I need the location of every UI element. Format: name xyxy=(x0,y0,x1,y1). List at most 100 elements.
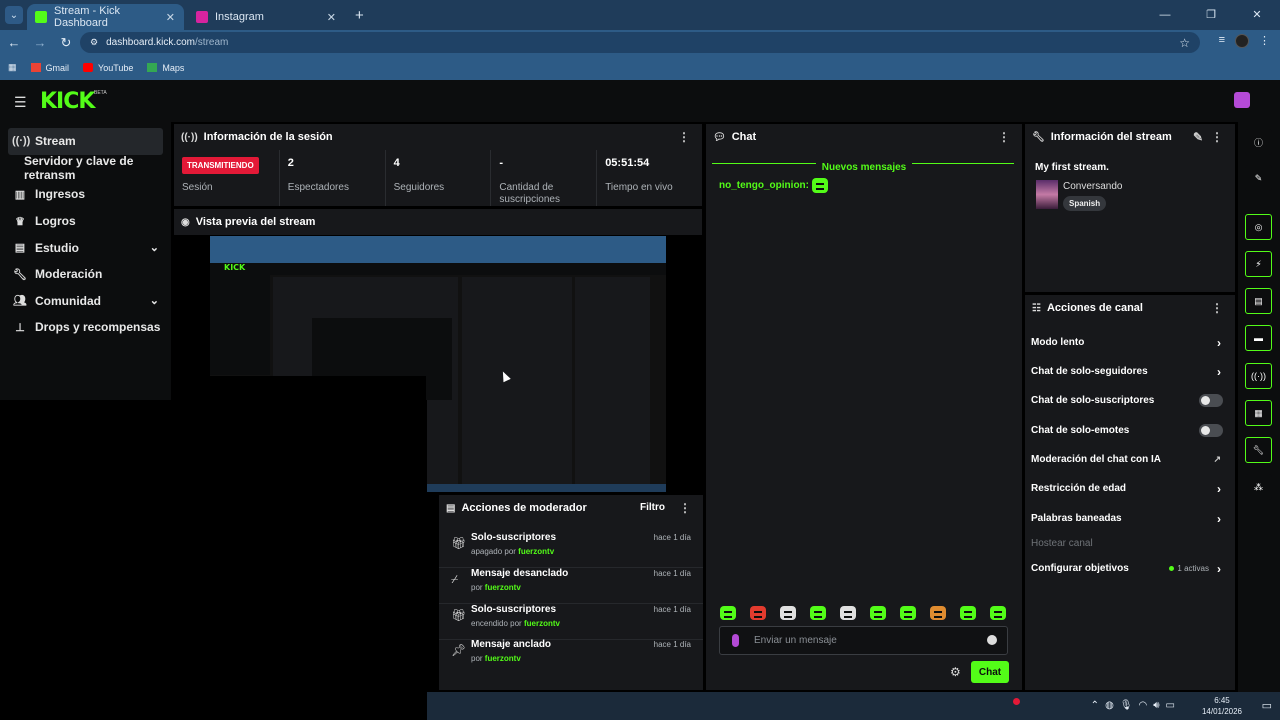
restore-icon[interactable]: ❐ xyxy=(1188,0,1234,30)
emote-icon[interactable] xyxy=(720,606,736,620)
system-clock[interactable]: 6:45 14/01/2026 xyxy=(1202,695,1242,717)
mod-action-row: 🎁︎ Solo-suscriptores encendido por fuerz… xyxy=(439,604,703,640)
more-options-icon[interactable]: ⋮ xyxy=(678,130,690,144)
filter-button[interactable]: Filtro xyxy=(640,502,665,513)
moderator-username[interactable]: fuerzontv xyxy=(518,547,554,556)
action-banned-words[interactable]: Palabras baneadas › xyxy=(1031,511,1229,526)
sidebar-item-estudio[interactable]: ▤ Estudio ⌄ xyxy=(0,234,171,261)
browser-menu-icon[interactable]: ⋮ xyxy=(1259,34,1270,48)
wrench-icon[interactable]: 🔧︎ xyxy=(1245,437,1272,463)
url-field[interactable]: ⚙ dashboard.kick.com/stream ☆ xyxy=(80,32,1200,53)
sidebar-item-ingresos[interactable]: ▥ Ingresos xyxy=(0,181,171,208)
sidebar-item-comunidad[interactable]: 👥︎ Comunidad ⌄ xyxy=(0,288,171,315)
tray-expand-icon[interactable]: ⌃ xyxy=(1091,700,1099,711)
wifi-icon[interactable]: ◠ xyxy=(1139,700,1148,711)
emote-icon[interactable] xyxy=(930,606,946,620)
moderator-username[interactable]: fuerzontv xyxy=(524,619,560,628)
bookmark-youtube[interactable]: YouTube xyxy=(83,63,133,73)
browser-toolbar-right: ≡ ⋮ xyxy=(1219,34,1270,48)
chat-panel: 💬︎ Chat ⋮ Nuevos mensajes no_tengo_opinion… xyxy=(706,124,1022,690)
send-chat-button[interactable]: Chat xyxy=(971,661,1009,683)
bookmark-maps[interactable]: Maps xyxy=(147,63,184,73)
close-window-icon[interactable]: ✕ xyxy=(1234,0,1280,30)
broadcast-icon: ((·)) xyxy=(181,131,198,143)
tab-title: Instagram xyxy=(215,11,264,23)
server-icon[interactable]: ▦ xyxy=(1245,400,1272,426)
moderator-username[interactable]: fuerzontv xyxy=(485,654,521,663)
emote-icon[interactable] xyxy=(840,606,856,620)
action-slow-mode[interactable]: Modo lento › xyxy=(1031,335,1229,350)
new-tab-button[interactable]: + xyxy=(355,7,364,24)
apps-icon[interactable]: ▦ xyxy=(8,62,17,73)
forward-icon[interactable]: → xyxy=(28,35,52,50)
close-icon[interactable]: ✕ xyxy=(166,11,175,24)
clip-icon[interactable]: ◎ xyxy=(1245,214,1272,240)
community-icon[interactable]: ⁂ xyxy=(1245,474,1272,500)
site-info-icon[interactable]: ⚙ xyxy=(90,37,98,48)
sidebar-item-moderacion[interactable]: 🔧︎ Moderación xyxy=(0,261,171,288)
chat-username[interactable]: no_tengo_opinion: xyxy=(719,180,809,191)
more-options-icon[interactable]: ⋮ xyxy=(1211,301,1223,315)
chat-popout-icon[interactable]: ▬ xyxy=(1245,325,1272,351)
action-age-restriction[interactable]: Restricción de edad › xyxy=(1031,482,1229,496)
notifications-icon[interactable]: ▭ xyxy=(1262,699,1272,712)
more-options-icon[interactable]: ⋮ xyxy=(1211,130,1223,144)
hamburger-menu-icon[interactable]: ☰ xyxy=(14,94,27,111)
bookmark-star-icon[interactable]: ☆ xyxy=(1179,36,1190,50)
sidebar-item-stream[interactable]: ((·)) Stream xyxy=(8,128,163,155)
reload-icon[interactable]: ↻ xyxy=(54,35,78,51)
emote-icon[interactable] xyxy=(870,606,886,620)
broadcast-icon[interactable]: ((·)) xyxy=(1245,363,1272,389)
lightning-icon[interactable]: ⚡︎ xyxy=(1245,251,1272,277)
sidebar-item-logros[interactable]: ♛ Logros xyxy=(0,208,171,235)
microphone-icon[interactable]: 🎙︎ xyxy=(1120,700,1133,711)
close-icon[interactable]: ✕ xyxy=(327,11,336,24)
minimize-icon[interactable]: — xyxy=(1142,0,1188,30)
sidebar-item-drops[interactable]: ⊥ Drops y recompensas xyxy=(0,314,171,341)
emote-icon[interactable] xyxy=(900,606,916,620)
action-ai-moderation[interactable]: Moderación del chat con IA ↗ xyxy=(1031,454,1229,465)
subscribers-only-toggle[interactable] xyxy=(1199,394,1223,407)
moderator-username[interactable]: fuerzontv xyxy=(485,583,521,592)
battery-icon[interactable]: ▭ xyxy=(1166,700,1175,711)
action-subscribers-only[interactable]: Chat de solo-suscriptores xyxy=(1031,394,1229,407)
session-info-panel: ((·)) Información de la sesión ⋮ TRANSMITI… xyxy=(174,124,702,206)
emote-icon[interactable] xyxy=(750,606,766,620)
profile-avatar[interactable] xyxy=(1235,34,1249,48)
preview-actions-panel xyxy=(575,277,650,487)
edit-icon[interactable]: ✎ xyxy=(1193,130,1203,144)
network-icon[interactable]: ◍ xyxy=(1105,700,1114,711)
media-controls-icon[interactable]: ≡ xyxy=(1219,34,1225,48)
microphone-icon[interactable] xyxy=(732,634,739,647)
edit-icon[interactable]: ✎ xyxy=(1245,165,1272,191)
sidebar-item-server-key[interactable]: Servidor y clave de retransm xyxy=(0,154,171,182)
user-avatar[interactable] xyxy=(1234,92,1250,108)
chevron-right-icon: › xyxy=(1217,511,1221,526)
tab-instagram[interactable]: Instagram ✕ xyxy=(188,4,345,30)
emote-icon[interactable] xyxy=(960,606,976,620)
language-tag: Spanish xyxy=(1063,196,1107,211)
emote-icon[interactable] xyxy=(810,606,826,620)
tab-search-button[interactable]: ⌄ xyxy=(5,6,23,24)
info-icon[interactable]: ⓘ xyxy=(1245,129,1272,155)
emotes-only-toggle[interactable] xyxy=(1199,424,1223,437)
emote-icon[interactable] xyxy=(780,606,796,620)
chat-message-input[interactable]: Enviar un mensaje xyxy=(719,626,1008,655)
emoji-picker-icon[interactable] xyxy=(987,635,997,645)
drops-icon: ⊥ xyxy=(15,321,25,334)
back-icon[interactable]: ← xyxy=(2,35,26,50)
bookmark-gmail[interactable]: Gmail xyxy=(30,63,69,73)
action-followers-only[interactable]: Chat de solo-seguidores › xyxy=(1031,365,1229,379)
more-options-icon[interactable]: ⋮ xyxy=(998,130,1010,144)
emote-icon[interactable] xyxy=(990,606,1006,620)
kick-favicon-icon xyxy=(35,11,47,23)
document-icon[interactable]: ▤ xyxy=(1245,288,1272,314)
action-emotes-only[interactable]: Chat de solo-emotes xyxy=(1031,424,1229,437)
volume-icon[interactable]: 🔊︎ xyxy=(1153,700,1159,711)
chevron-right-icon: › xyxy=(1217,335,1221,350)
kick-logo[interactable]: KICK xyxy=(40,89,95,114)
chat-settings-icon[interactable]: ⚙ xyxy=(950,665,961,679)
tab-kick-dashboard[interactable]: Stream - Kick Dashboard ✕ xyxy=(27,4,184,30)
more-options-icon[interactable]: ⋮ xyxy=(679,501,691,515)
action-configure-goals[interactable]: Configurar objetivos 1 activas › xyxy=(1031,562,1229,576)
